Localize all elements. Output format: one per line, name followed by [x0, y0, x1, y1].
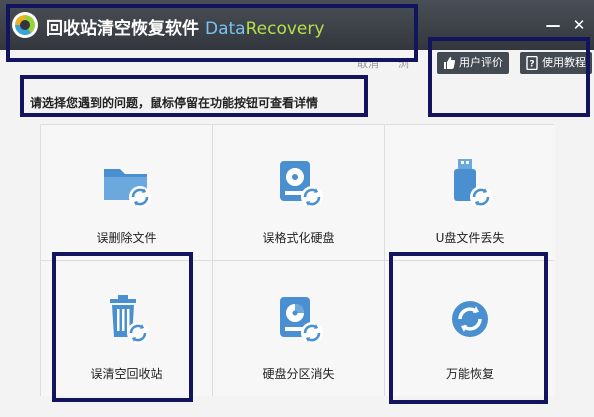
card-deleted-files[interactable]: 误删除文件	[41, 125, 212, 260]
folder-recover-icon	[103, 169, 151, 208]
recovery-app-window: 回收站清空恢复软件 DataRecovery — ✕ 取消 浏 用户评价 ? 使用…	[0, 0, 594, 417]
app-title: 回收站清空恢复软件 DataRecovery	[46, 14, 324, 39]
function-grid: 误删除文件 误格式化硬盘 U盘文件丢失 误清空回收站 硬盘分区消失 万能恢复	[40, 124, 555, 396]
card-label: 硬盘分区消失	[262, 367, 335, 381]
user-review-button[interactable]: 用户评价	[437, 52, 509, 74]
faint-toolbar-text: 取消	[357, 57, 379, 70]
card-universal-recover[interactable]: 万能恢复	[385, 261, 555, 396]
app-logo-icon	[12, 12, 38, 38]
thumbs-up-icon	[444, 57, 455, 69]
partition-lost-icon	[279, 297, 323, 344]
card-label: U盘文件丢失	[435, 231, 505, 245]
close-button[interactable]: ✕	[570, 16, 588, 34]
minimize-button[interactable]: —	[544, 16, 562, 34]
help-book-icon: ?	[526, 56, 538, 70]
tutorial-button[interactable]: ? 使用教程	[520, 52, 592, 74]
brand-data: Data	[205, 19, 246, 39]
title-bar: 回收站清空恢复软件 DataRecovery — ✕	[0, 0, 594, 50]
card-usb-lost[interactable]: U盘文件丢失	[385, 125, 555, 260]
faint-toolbar-text-2: 浏	[398, 57, 409, 70]
app-name: 回收站清空恢复软件	[46, 19, 199, 39]
harddisk-format-icon	[279, 161, 323, 208]
universal-recover-icon	[452, 301, 488, 337]
brand-recovery: Recovery	[245, 19, 325, 39]
card-label: 误清空回收站	[90, 367, 163, 381]
card-label: 万能恢复	[445, 367, 494, 381]
user-review-label: 用户评价	[459, 56, 503, 69]
usb-drive-icon	[454, 159, 492, 208]
card-label: 误格式化硬盘	[262, 231, 335, 245]
card-emptied-recycle-bin[interactable]: 误清空回收站	[41, 261, 212, 396]
instruction-text: 请选择您遇到的问题，鼠标停留在功能按钮可查看详情	[30, 96, 319, 110]
card-label: 误删除文件	[96, 231, 157, 245]
svg-text:?: ?	[529, 60, 534, 70]
card-partition-lost[interactable]: 硬盘分区消失	[213, 261, 384, 396]
recycle-bin-icon	[109, 295, 149, 344]
card-format-disk[interactable]: 误格式化硬盘	[213, 125, 384, 260]
tutorial-label: 使用教程	[542, 56, 586, 69]
